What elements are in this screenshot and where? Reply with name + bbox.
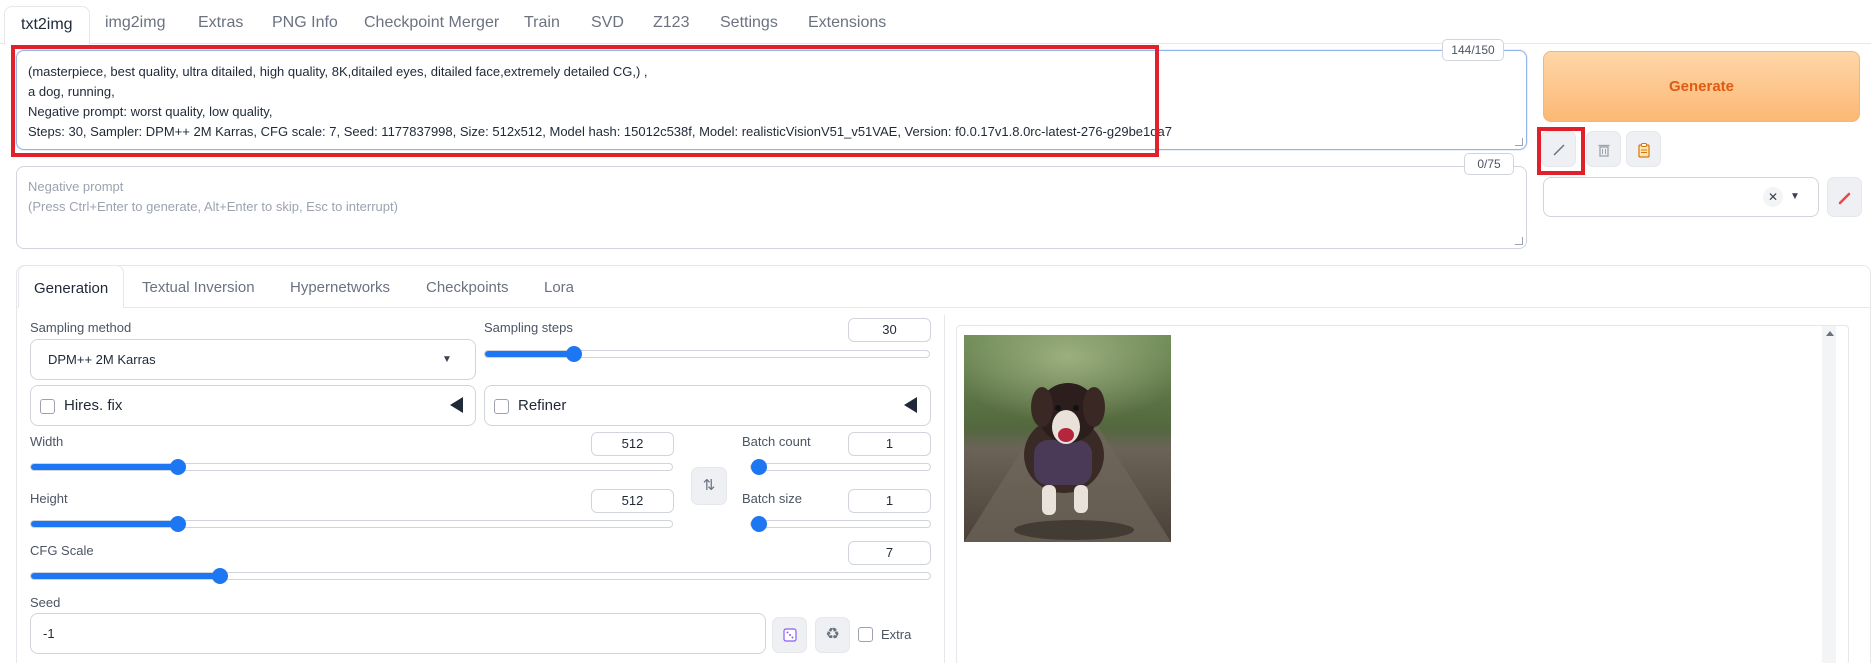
tab-checkpoint-merger[interactable]: Checkpoint Merger <box>364 14 499 32</box>
tab-txt2img[interactable]: txt2img <box>4 6 90 45</box>
random-seed-button[interactable] <box>772 617 807 653</box>
resize-handle[interactable] <box>1515 237 1523 245</box>
sampling-method-dropdown[interactable]: DPM++ 2M Karras ▼ <box>30 339 476 380</box>
chevron-down-icon: ▼ <box>442 354 452 365</box>
read-params-icon <box>1551 139 1567 158</box>
extra-label: Extra <box>881 627 912 642</box>
height-input[interactable]: 512 <box>591 489 674 513</box>
cfg-scale-input[interactable]: 7 <box>848 541 931 565</box>
generate-button[interactable]: Generate <box>1543 51 1860 122</box>
chevron-down-icon: ▼ <box>1790 191 1800 202</box>
sampling-method-label: Sampling method <box>30 320 132 335</box>
tab-generation[interactable]: Generation <box>18 265 125 308</box>
tab-textual-inversion[interactable]: Textual Inversion <box>142 279 255 296</box>
refiner-checkbox[interactable] <box>494 399 509 414</box>
seed-label: Seed <box>30 595 61 610</box>
width-slider[interactable] <box>30 459 673 475</box>
batch-size-input[interactable]: 1 <box>848 489 931 513</box>
sampling-steps-label: Sampling steps <box>484 320 573 335</box>
tab-extensions[interactable]: Extensions <box>808 14 886 32</box>
slider-thumb[interactable] <box>565 346 582 362</box>
negative-prompt-textarea[interactable]: Negative prompt (Press Ctrl+Enter to gen… <box>16 166 1527 249</box>
hires-fix-accordion[interactable]: Hires. fix <box>30 385 476 426</box>
hires-fix-label: Hires. fix <box>64 397 123 414</box>
extra-seed-checkbox[interactable] <box>858 627 873 642</box>
dice-icon <box>782 626 798 643</box>
styles-dropdown[interactable]: ✕ ▼ <box>1543 177 1819 217</box>
width-input[interactable]: 512 <box>591 432 674 456</box>
refiner-label: Refiner <box>518 397 567 414</box>
clear-prompt-button[interactable] <box>1586 131 1621 167</box>
prompt-text: (masterpiece, best quality, ultra ditail… <box>28 64 1172 139</box>
hires-fix-checkbox[interactable] <box>40 399 55 414</box>
height-slider[interactable] <box>30 516 673 532</box>
recycle-icon: ♻ <box>825 626 840 643</box>
batch-count-slider[interactable] <box>750 459 931 475</box>
swap-icon: ⇅ <box>702 477 716 494</box>
negative-token-counter: 0/75 <box>1464 153 1514 175</box>
batch-count-input[interactable]: 1 <box>848 432 931 456</box>
tab-checkpoints[interactable]: Checkpoints <box>426 279 509 296</box>
apply-style-button[interactable] <box>1626 131 1661 167</box>
tab-settings[interactable]: Settings <box>720 14 778 32</box>
refiner-accordion[interactable]: Refiner <box>484 385 931 426</box>
cfg-scale-label: CFG Scale <box>30 543 94 558</box>
tab-svd[interactable]: SVD <box>591 14 624 32</box>
negative-prompt-placeholder: Negative prompt (Press Ctrl+Enter to gen… <box>28 179 398 214</box>
batch-size-label: Batch size <box>742 491 802 506</box>
tab-lora[interactable]: Lora <box>544 279 574 296</box>
slider-thumb[interactable] <box>751 516 767 532</box>
slider-thumb[interactable] <box>211 568 228 584</box>
tab-extras[interactable]: Extras <box>198 14 243 32</box>
seed-value: -1 <box>43 626 55 641</box>
height-label: Height <box>30 491 68 506</box>
trash-icon <box>1596 139 1612 158</box>
collapse-icon <box>904 397 917 413</box>
tab-z123[interactable]: Z123 <box>653 14 689 32</box>
prompt-token-counter: 144/150 <box>1442 39 1504 61</box>
sampling-steps-input[interactable]: 30 <box>848 318 931 342</box>
brush-icon <box>1837 187 1853 207</box>
width-label: Width <box>30 434 64 449</box>
sampling-steps-slider[interactable] <box>484 346 930 362</box>
tab-hypernetworks[interactable]: Hypernetworks <box>290 279 390 296</box>
scroll-up-icon[interactable] <box>1826 331 1834 336</box>
batch-count-label: Batch count <box>742 434 811 449</box>
clear-icon[interactable]: ✕ <box>1763 187 1783 207</box>
batch-size-slider[interactable] <box>750 516 931 532</box>
gallery-scrollbar[interactable] <box>1822 326 1836 663</box>
generated-image-thumbnail[interactable] <box>964 335 1171 542</box>
generated-dog-image <box>964 335 1171 542</box>
tab-img2img[interactable]: img2img <box>105 14 165 32</box>
resize-handle[interactable] <box>1515 138 1523 146</box>
tab-train[interactable]: Train <box>524 14 560 32</box>
prompt-textarea[interactable]: (masterpiece, best quality, ultra ditail… <box>16 50 1527 150</box>
seed-input[interactable]: -1 <box>30 613 766 654</box>
sampling-method-value: DPM++ 2M Karras <box>48 352 156 367</box>
slider-thumb[interactable] <box>751 459 767 475</box>
edit-styles-button[interactable] <box>1827 177 1862 217</box>
clipboard-icon <box>1636 139 1652 158</box>
swap-dimensions-button[interactable]: ⇅ <box>691 467 727 505</box>
sub-tab-divider <box>16 307 1871 308</box>
tab-png-info[interactable]: PNG Info <box>272 14 338 32</box>
main-tab-bar: txt2img img2img Extras PNG Info Checkpoi… <box>0 0 1871 45</box>
cfg-scale-slider[interactable] <box>30 568 931 584</box>
reuse-seed-button[interactable]: ♻ <box>815 617 850 653</box>
read-params-button[interactable] <box>1541 131 1576 167</box>
collapse-icon <box>450 397 463 413</box>
